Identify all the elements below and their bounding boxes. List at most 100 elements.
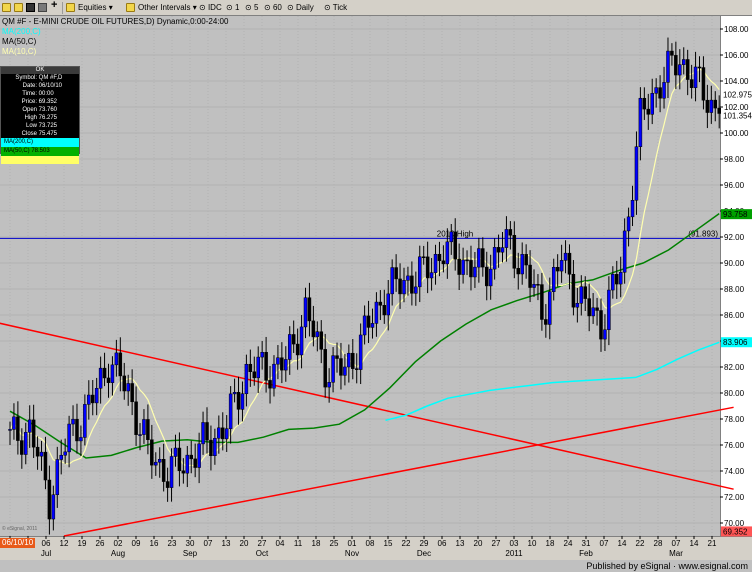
candle-body	[193, 458, 197, 468]
x-tick-label: 20	[474, 539, 483, 548]
candle-body	[414, 286, 418, 294]
candle-body	[418, 256, 422, 288]
data-window-ma10	[1, 156, 79, 164]
candle-body	[276, 357, 280, 365]
candle-body	[571, 273, 576, 308]
data-window-key: Date:	[22, 83, 37, 89]
published-by-text: Published by eSignal · www.esignal.com	[586, 561, 748, 571]
candle-body	[449, 231, 454, 243]
trendlines	[0, 322, 734, 537]
candle-body	[280, 357, 284, 371]
x-tick-label: 11	[294, 539, 303, 548]
candle-body	[98, 367, 103, 389]
candle-body	[311, 320, 316, 338]
candle-body	[39, 451, 44, 457]
candle-body	[347, 352, 351, 368]
candle-body	[110, 364, 115, 383]
x-tick-label: 07	[600, 539, 609, 548]
candle-body	[709, 99, 714, 113]
candle-body	[705, 99, 710, 113]
candle-body	[31, 419, 36, 448]
candle-body	[567, 252, 572, 275]
x-tick-label: 04	[276, 539, 285, 548]
candle-body	[362, 315, 367, 336]
y-tick-label: 108.00	[724, 25, 749, 34]
x-tick-label: 09	[132, 539, 141, 548]
ma200-path	[385, 341, 720, 422]
x-tick-label: 15	[384, 539, 393, 548]
candle-body	[83, 404, 87, 438]
data-window-key: High	[24, 115, 37, 121]
candle-body	[264, 352, 268, 381]
data-window-row: Close 75.475	[1, 130, 79, 138]
candle-body	[114, 352, 119, 366]
candle-body	[20, 440, 24, 455]
candle-body	[252, 371, 257, 379]
candle-body	[27, 419, 32, 433]
month-label: Sep	[183, 549, 198, 558]
corner-date-badge: 06/10/10	[0, 538, 36, 548]
candle-body	[638, 97, 643, 147]
candle-body	[315, 331, 320, 338]
candle-body	[394, 267, 398, 280]
candle-body	[299, 326, 304, 356]
data-window-value: QM #F,D	[37, 75, 63, 81]
candle-body	[12, 416, 16, 430]
y-tick-label: 98.00	[724, 155, 745, 164]
y-tick-label: 88.00	[724, 285, 745, 294]
candle-body	[67, 423, 71, 453]
candle-body	[646, 108, 651, 115]
candle-body	[579, 286, 584, 304]
candle-body	[248, 363, 253, 372]
y-tick-label: 90.00	[724, 259, 745, 268]
candle-body	[351, 352, 355, 369]
data-window-key: Symbol:	[15, 75, 37, 81]
price-chart[interactable]: 2010 High (91.893) 70.0072.0074.0076.0078…	[0, 0, 752, 560]
data-window[interactable]: OK Symbol: QM #F,D Date: 06/10/10 Time: 00…	[0, 66, 80, 164]
x-tick-label: 14	[618, 539, 627, 548]
ma200-line	[385, 341, 720, 422]
chart-title: QM #F - E-MINI CRUDE OIL FUTURES,D) Dyna…	[2, 17, 229, 26]
data-window-row: Low 73.725	[1, 122, 79, 130]
candle-body	[213, 437, 217, 456]
candle-body	[374, 301, 379, 324]
candle-body	[461, 259, 465, 275]
candle-body	[548, 291, 552, 325]
data-window-value: 73.760	[37, 107, 58, 113]
candle-body	[681, 59, 686, 65]
month-label: Jul	[41, 549, 51, 558]
candle-body	[406, 275, 410, 281]
candle-body	[370, 323, 375, 328]
x-tick-label: 18	[312, 539, 321, 548]
candle-body	[323, 349, 327, 388]
candle-body	[224, 428, 229, 440]
candle-body	[445, 241, 450, 265]
ma50-label: MA(50,C)	[2, 37, 37, 46]
candle-body	[697, 66, 702, 69]
data-window-row: Price: 69.352	[1, 98, 79, 106]
candle-body	[477, 248, 481, 268]
x-tick-label: 31	[582, 539, 591, 548]
x-tick-label: 06	[42, 539, 51, 548]
month-label: 2011	[505, 549, 523, 558]
candle-body	[157, 459, 162, 463]
y-tick-label: 92.00	[724, 233, 745, 242]
candle-body	[87, 394, 91, 405]
ma10-label: MA(10,C)	[2, 47, 37, 56]
candle-body	[327, 382, 331, 388]
x-tick-label: 03	[510, 539, 519, 548]
candle-body	[425, 256, 430, 279]
candle-body	[90, 394, 95, 404]
candle-body	[134, 401, 138, 435]
candle-body	[591, 307, 595, 317]
candle-body	[331, 355, 335, 383]
candle-body	[55, 459, 60, 495]
y-tick-label: 82.00	[724, 363, 745, 372]
y-axis-labels: 70.0072.0074.0076.0078.0080.0082.0084.00…	[720, 25, 749, 528]
y-tick-label: 76.00	[724, 441, 745, 450]
candle-body	[504, 229, 509, 248]
candle-body	[390, 267, 394, 295]
data-window-row: Date: 06/10/10	[1, 82, 79, 90]
month-label: Aug	[111, 549, 125, 558]
x-tick-label: 28	[654, 539, 663, 548]
